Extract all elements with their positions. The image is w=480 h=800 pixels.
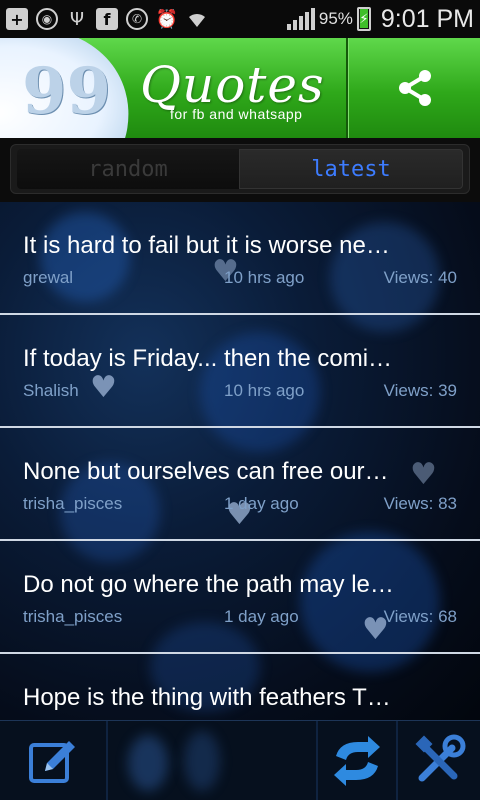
list-item[interactable]: Hope is the thing with feathers T… (0, 654, 480, 720)
battery-icon: ⚡ (356, 7, 371, 31)
tab-random[interactable]: random (17, 149, 239, 189)
add-icon: + (6, 8, 28, 30)
quote-views: Views: 83 (383, 494, 457, 513)
wifi-icon (186, 8, 208, 30)
bokeh-light (128, 735, 168, 791)
target-icon: ◉ (36, 8, 58, 30)
list-item[interactable]: It is hard to fail but it is worse ne… g… (0, 202, 480, 315)
bottom-action-bar (0, 720, 480, 800)
quote-text: If today is Friday... then the comi… (23, 345, 393, 372)
usb-icon: Ψ (69, 8, 85, 30)
tools-icon (415, 734, 466, 782)
app-logo-subtitle: for fb and whatsapp (170, 106, 303, 122)
quote-text: None but ourselves can free our… (23, 458, 389, 485)
quote-text: Hope is the thing with feathers T… (23, 684, 391, 711)
quote-time: 1 day ago (224, 607, 299, 626)
list-item[interactable]: Do not go where the path may le… trisha_… (0, 541, 480, 654)
facebook-icon: f (96, 8, 118, 30)
edit-button[interactable] (0, 721, 108, 800)
bokeh-light (184, 731, 220, 791)
signal-icon (286, 8, 315, 30)
bottom-bar-spacer (108, 721, 318, 800)
quote-views: Views: 39 (383, 381, 457, 400)
quote-text: It is hard to fail but it is worse ne… (23, 232, 390, 259)
whatsapp-icon: ✆ (126, 8, 148, 30)
battery-percent: 95% (318, 9, 353, 28)
refresh-button[interactable] (318, 721, 398, 800)
quote-time: 10 hrs ago (224, 381, 305, 400)
quote-time: 1 day ago (224, 494, 299, 513)
app-header: 99 Quotes for fb and whatsapp (0, 38, 480, 138)
edit-icon (29, 741, 75, 783)
quote-author: Shalish (23, 381, 79, 400)
quote-text: Do not go where the path may le… (23, 571, 394, 598)
quote-list[interactable]: ♥ ♥ ♥ ♥ ♥ It is hard to fail but it is w… (0, 202, 480, 720)
list-item[interactable]: None but ourselves can free our… trisha_… (0, 428, 480, 541)
quote-author: trisha_pisces (23, 494, 123, 513)
status-bar: + ◉ Ψ f ✆ ⏰ 95% ⚡ 9:01 PM (0, 0, 480, 38)
quote-author: grewal (23, 268, 74, 287)
tab-latest[interactable]: latest (239, 149, 463, 189)
quote-author: trisha_pisces (23, 607, 123, 626)
tab-frame: random latest (10, 144, 470, 194)
quote-mark-icon[interactable]: 99 (22, 60, 111, 124)
tab-bar: random latest (0, 138, 480, 202)
quote-time: 10 hrs ago (224, 268, 305, 287)
share-icon (399, 70, 431, 106)
quote-views: Views: 40 (383, 268, 457, 287)
refresh-icon (334, 736, 380, 786)
quote-views: Views: 68 (383, 607, 457, 626)
header-divider (346, 38, 348, 138)
list-item[interactable]: If today is Friday... then the comi… Sha… (0, 315, 480, 428)
share-button[interactable] (350, 38, 480, 138)
settings-button[interactable] (398, 721, 480, 800)
clock: 9:01 PM (380, 4, 474, 33)
alarm-icon: ⏰ (155, 8, 179, 30)
